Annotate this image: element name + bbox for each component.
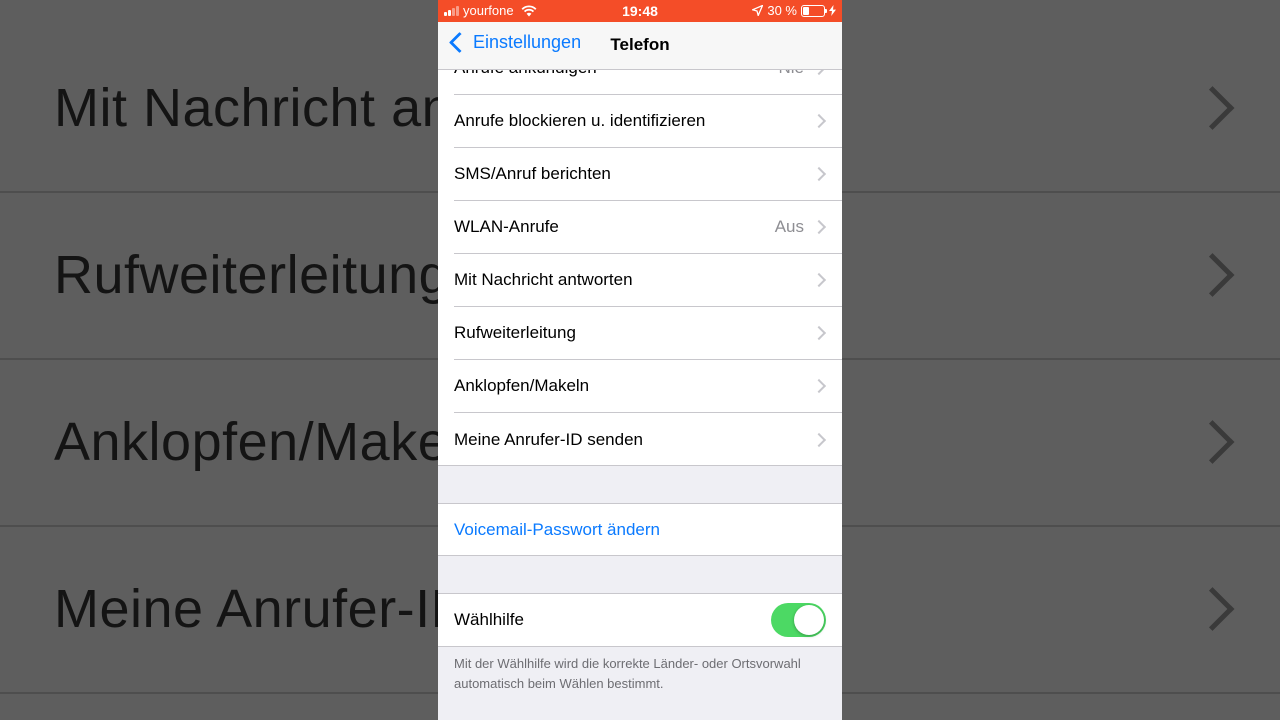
chevron-right-icon xyxy=(811,378,827,394)
status-right: 30 % xyxy=(752,3,836,18)
chevron-right-icon xyxy=(811,325,827,341)
row-label: Mit Nachricht antworten xyxy=(454,270,633,289)
row-label: Meine Anrufer-ID senden xyxy=(454,429,643,449)
bg-row-label: Rufweiterleitung xyxy=(54,244,450,305)
row-label: Rufweiterleitung xyxy=(454,323,576,342)
row-label: SMS/Anruf berichten xyxy=(454,164,611,183)
chevron-right-icon xyxy=(1190,85,1235,130)
row-label: Anklopfen/Makeln xyxy=(454,376,590,395)
voicemail-password-button[interactable]: Voicemail-Passwort ändern xyxy=(454,520,660,540)
status-bar: yourfone 19:48 30 % xyxy=(438,0,842,22)
row-label: Anrufe blockieren u. identifizieren xyxy=(454,111,706,130)
row-label: WLAN-Anrufe xyxy=(454,217,559,236)
charging-bolt-icon xyxy=(829,5,836,16)
battery-percent: 30 % xyxy=(767,3,797,18)
list-item-rufweiterleitung[interactable]: Rufweiterleitung xyxy=(454,307,842,360)
chevron-right-icon xyxy=(811,166,827,182)
list-item-sms-anruf-berichten[interactable]: SMS/Anruf berichten xyxy=(454,148,842,201)
navigation-bar: Einstellungen Telefon xyxy=(438,22,842,70)
bg-row-label: Anklopfen/Makeln xyxy=(54,411,492,472)
list-item-wlan-anrufe[interactable]: WLAN-Anrufe Aus xyxy=(454,201,842,254)
chevron-right-icon xyxy=(811,272,827,288)
chevron-right-icon xyxy=(811,113,827,129)
dial-assist-label: Wählhilfe xyxy=(454,610,524,629)
list-item-anklopfen-makeln[interactable]: Anklopfen/Makeln xyxy=(454,360,842,413)
chevron-right-icon xyxy=(1190,586,1235,631)
battery-icon xyxy=(801,4,827,17)
dial-assist-group: Wählhilfe xyxy=(438,593,842,647)
chevron-right-icon xyxy=(1190,252,1235,297)
list-item-anrufe-blockieren[interactable]: Anrufe blockieren u. identifizieren xyxy=(454,95,842,148)
chevron-right-icon xyxy=(811,432,827,447)
row-value: Aus xyxy=(774,217,804,236)
chevron-right-icon xyxy=(1190,419,1235,464)
voicemail-group: Voicemail-Passwort ändern xyxy=(438,503,842,556)
chevron-right-icon xyxy=(811,219,827,235)
toggle-knob xyxy=(794,605,824,635)
list-item-anrufer-id-senden[interactable]: Meine Anrufer-ID senden xyxy=(454,413,842,466)
dial-assist-toggle[interactable] xyxy=(771,603,826,637)
settings-list: Anrufe ankündigen Nie Anrufe blockieren … xyxy=(438,42,842,466)
phone-screen: Anrufe ankündigen Nie Anrufe blockieren … xyxy=(438,0,842,720)
list-divider xyxy=(438,465,842,466)
page-title: Telefon xyxy=(610,35,670,54)
location-arrow-icon xyxy=(752,5,764,16)
list-item-mit-nachricht-antworten[interactable]: Mit Nachricht antworten xyxy=(454,254,842,307)
dial-assist-footnote: Mit der Wählhilfe wird die korrekte Länd… xyxy=(454,656,801,691)
